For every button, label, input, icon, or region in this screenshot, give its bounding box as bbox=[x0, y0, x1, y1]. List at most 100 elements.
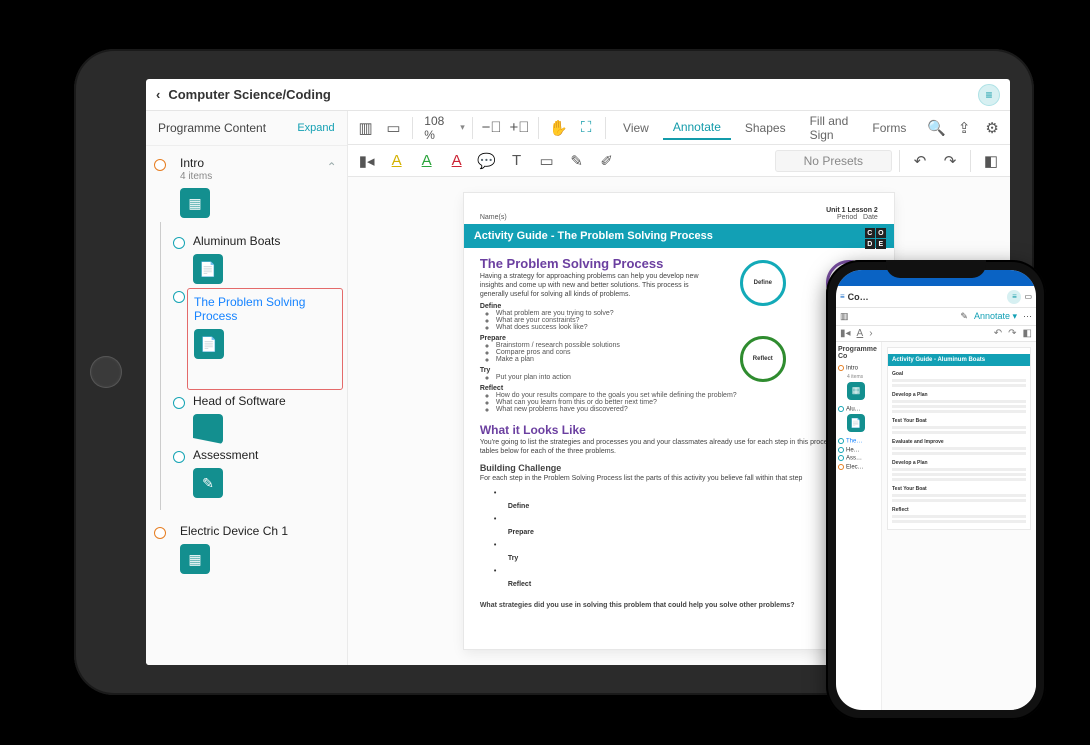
layout-icon[interactable]: ▭ bbox=[1024, 292, 1032, 301]
doc-question: What strategies did you use in solving t… bbox=[480, 602, 878, 611]
phone-redo-icon[interactable]: ↷ bbox=[1008, 328, 1016, 339]
tree-node-head-software[interactable]: Head of Software bbox=[173, 394, 343, 444]
doc-p3: For each step in the Problem Solving Pro… bbox=[480, 475, 878, 484]
note-tool-icon[interactable]: ▮◂ bbox=[354, 148, 380, 174]
phone-thumb-icon[interactable]: ▥ bbox=[840, 311, 849, 322]
chevron-up-icon[interactable]: ⌃ bbox=[327, 160, 337, 174]
tab-shapes[interactable]: Shapes bbox=[735, 117, 796, 139]
text-tool-icon[interactable]: T bbox=[504, 148, 530, 174]
sidebar-header: Programme Content Expand bbox=[146, 111, 347, 146]
phone-breadcrumb: ≡ Co… ≡ ▭ bbox=[836, 286, 1036, 308]
phone-undo-icon[interactable]: ↶ bbox=[994, 328, 1002, 339]
phone-more-icon[interactable]: ⋯ bbox=[1023, 311, 1032, 322]
preset-selector[interactable]: No Presets bbox=[775, 150, 892, 172]
phone-module-icon: ▦ bbox=[847, 382, 865, 400]
node-title: Aluminum Boats bbox=[193, 234, 280, 248]
tab-fill-sign[interactable]: Fill and Sign bbox=[800, 110, 859, 146]
zoom-in-icon[interactable]: +⃝ bbox=[508, 115, 532, 141]
assessment-icon: ✎ bbox=[193, 468, 223, 498]
highlight-green-icon[interactable]: A bbox=[414, 148, 440, 174]
pdf-icon: 📄 bbox=[194, 329, 224, 359]
highlight-yellow-icon[interactable]: A bbox=[384, 148, 410, 174]
doc-step-labels: • Define • Prepare • Try • Reflect bbox=[480, 490, 878, 588]
tree-node-aluminum[interactable]: Aluminum Boats 📄 bbox=[173, 234, 343, 284]
phone-node-sub: 4 items bbox=[847, 374, 879, 380]
zoom-out-icon[interactable]: −⃝ bbox=[480, 115, 504, 141]
redo-icon[interactable]: ↷ bbox=[937, 148, 963, 174]
phone-eraser-icon[interactable]: ◧ bbox=[1023, 328, 1032, 339]
phone-banner: Activity Guide - Aluminum Boats bbox=[888, 354, 1030, 366]
node-title: The Problem Solving Process bbox=[194, 295, 305, 323]
phone-annotate-tab[interactable]: Annotate ▾ bbox=[974, 311, 1017, 322]
zoom-controls: 108 % ▾ bbox=[420, 114, 465, 142]
chevron-down-icon[interactable]: ▾ bbox=[460, 122, 465, 133]
breadcrumb-bar: ‹ Computer Science/Coding ≡ bbox=[146, 79, 1010, 111]
settings-icon[interactable]: ⚙ bbox=[980, 115, 1004, 141]
comment-icon[interactable]: 💬 bbox=[474, 148, 500, 174]
back-chevron-icon[interactable]: ‹ bbox=[156, 87, 160, 102]
zoom-value[interactable]: 108 % bbox=[420, 114, 458, 142]
selected-node-box: The Problem Solving Process 📄 bbox=[187, 288, 343, 390]
phone-node-selected[interactable]: The… bbox=[838, 438, 879, 445]
phone-node[interactable]: Alu… bbox=[838, 406, 879, 413]
breadcrumb-title: Computer Science/Coding bbox=[168, 87, 331, 102]
phone-node-intro[interactable]: Intro bbox=[838, 365, 879, 372]
tab-annotate[interactable]: Annotate bbox=[663, 116, 731, 140]
phone-node[interactable]: Elec… bbox=[838, 464, 879, 471]
phone-drawer-button[interactable]: ≡ bbox=[1007, 290, 1021, 304]
hamburger-icon[interactable]: ≡ bbox=[840, 292, 845, 301]
toolbar-tabs: View Annotate Shapes Fill and Sign Forms bbox=[613, 110, 916, 146]
drawer-toggle-button[interactable]: ≡ bbox=[978, 84, 1000, 106]
note-icon bbox=[193, 414, 223, 444]
marker-tool-icon[interactable]: ✐ bbox=[594, 148, 620, 174]
meta-name: Name(s) bbox=[480, 214, 507, 221]
tree-node-intro[interactable]: Intro ⌃ 4 items ▦ bbox=[154, 156, 343, 218]
search-icon[interactable]: 🔍 bbox=[924, 115, 948, 141]
node-subtitle: 4 items bbox=[180, 171, 343, 182]
cycle-reflect: Reflect bbox=[740, 336, 786, 382]
select-tool-icon[interactable]: ⛶ bbox=[574, 115, 598, 141]
eraser-icon[interactable]: ◧ bbox=[978, 148, 1004, 174]
phone-tool-icon[interactable]: ✎ bbox=[960, 311, 968, 322]
tree-node-electric[interactable]: Electric Device Ch 1 ▦ bbox=[154, 524, 343, 574]
phone-crumb-title: Co… bbox=[848, 292, 1005, 302]
doc-unit: Unit 1 Lesson 2 bbox=[480, 207, 878, 214]
meta-date: Date bbox=[863, 214, 878, 221]
phone-frame: ≡ Co… ≡ ▭ ▥ ✎ Annotate ▾ ⋯ ▮◂ A › ↶ ↷ ◧ … bbox=[826, 260, 1046, 720]
tab-view[interactable]: View bbox=[613, 117, 659, 139]
tree-node-assessment[interactable]: Assessment ✎ bbox=[173, 448, 343, 498]
phone-document: Activity Guide - Aluminum Boats Goal Dev… bbox=[887, 347, 1031, 530]
node-title: Electric Device Ch 1 bbox=[180, 524, 288, 538]
cycle-define: Define bbox=[740, 260, 786, 306]
page-layout-icon[interactable]: ▭ bbox=[381, 115, 405, 141]
undo-icon[interactable]: ↶ bbox=[907, 148, 933, 174]
node-title: Head of Software bbox=[193, 394, 286, 408]
module-icon: ▦ bbox=[180, 544, 210, 574]
phone-next-icon[interactable]: › bbox=[869, 328, 872, 339]
home-button[interactable] bbox=[90, 356, 122, 388]
phone-page-canvas[interactable]: Activity Guide - Aluminum Boats Goal Dev… bbox=[882, 342, 1036, 710]
hand-tool-icon[interactable]: ✋ bbox=[546, 115, 570, 141]
expand-link[interactable]: Expand bbox=[297, 122, 334, 134]
tree-branch: Aluminum Boats 📄 The Problem Solving Pro… bbox=[160, 222, 343, 510]
phone-toolbar-2: ▮◂ A › ↶ ↷ ◧ bbox=[836, 326, 1036, 342]
tree-node-problem-solving[interactable]: The Problem Solving Process 📄 bbox=[173, 288, 343, 390]
tab-forms[interactable]: Forms bbox=[862, 117, 916, 139]
bullet-icon bbox=[154, 527, 166, 539]
phone-node[interactable]: Ass… bbox=[838, 455, 879, 462]
highlight-red-icon[interactable]: A bbox=[444, 148, 470, 174]
node-title: Assessment bbox=[193, 448, 258, 462]
export-icon[interactable]: ⇪ bbox=[952, 115, 976, 141]
bullet-icon bbox=[173, 237, 185, 249]
phone-toolbar: ▥ ✎ Annotate ▾ ⋯ bbox=[836, 308, 1036, 326]
phone-node[interactable]: He… bbox=[838, 447, 879, 454]
phone-sidebar: Programme Co Intro 4 items ▦ Alu… 📄 The…… bbox=[836, 342, 882, 710]
viewer-toolbar-annotate: ▮◂ A A A 💬 T ▭ ✎ ✐ No Presets ↶ ↷ ◧ bbox=[348, 145, 1010, 177]
thumbnails-icon[interactable]: ▥ bbox=[354, 115, 378, 141]
phone-note-icon[interactable]: ▮◂ bbox=[840, 328, 851, 339]
callout-icon[interactable]: ▭ bbox=[534, 148, 560, 174]
sidebar-heading: Programme Content bbox=[158, 121, 266, 135]
bullet-icon bbox=[173, 451, 185, 463]
phone-highlight-icon[interactable]: A bbox=[857, 328, 864, 339]
pen-tool-icon[interactable]: ✎ bbox=[564, 148, 590, 174]
